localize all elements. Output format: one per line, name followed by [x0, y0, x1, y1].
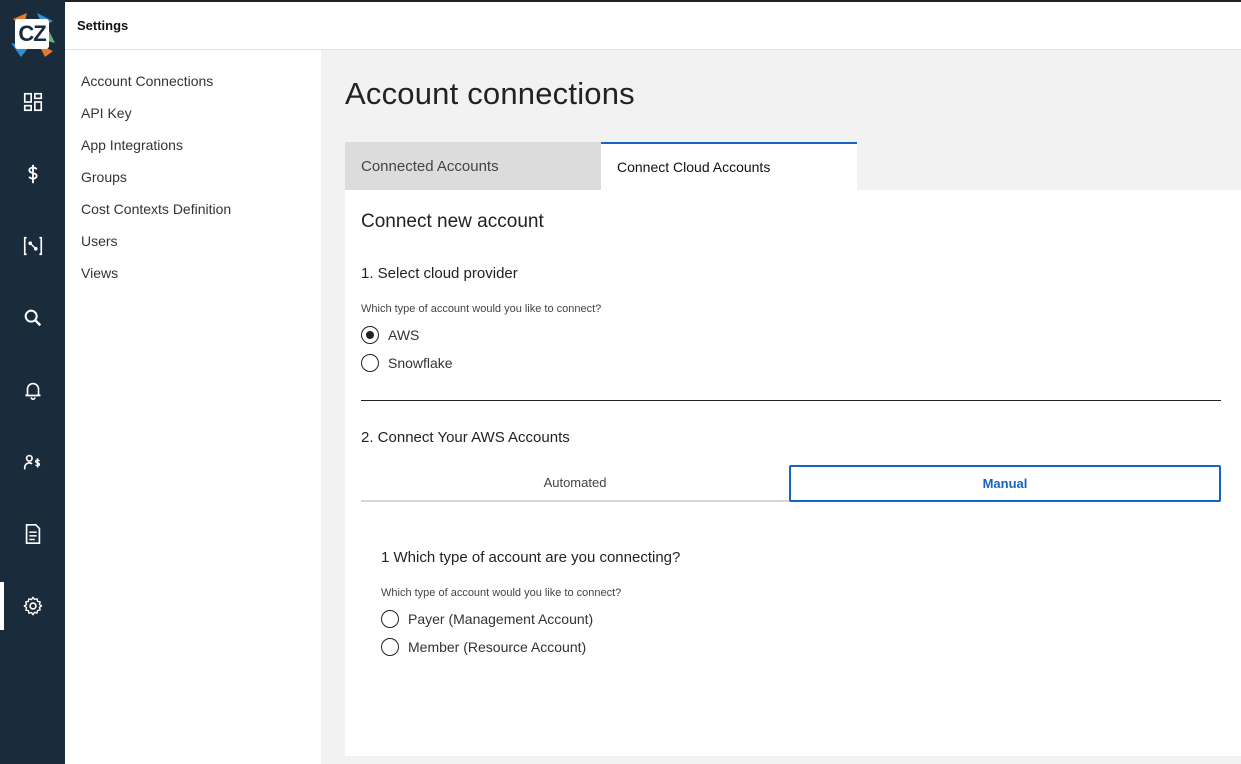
top-header: Settings [65, 0, 1241, 50]
step1-title: 1. Select cloud provider [361, 265, 518, 282]
radio-circle[interactable] [361, 354, 379, 372]
radio-payer-label: Payer (Management Account) [408, 611, 594, 627]
radio-circle[interactable] [381, 610, 399, 628]
manual-hint: Which type of account would you like to … [381, 587, 622, 599]
rail-alerts[interactable] [0, 366, 65, 414]
radio-member[interactable]: Member (Resource Account) [381, 638, 586, 656]
radio-aws[interactable]: AWS [361, 326, 419, 344]
document-icon [25, 524, 40, 544]
radio-member-label: Member (Resource Account) [408, 639, 587, 655]
nav-account-connections[interactable]: Account Connections [81, 71, 213, 91]
dashboard-icon [23, 92, 42, 112]
settings-nav: Account Connections API Key App Integrat… [65, 50, 321, 764]
radio-aws-label: AWS [388, 327, 420, 343]
manual-question: 1 Which type of account are you connecti… [381, 549, 681, 566]
step1-hint: Which type of account would you like to … [361, 303, 602, 315]
search-icon [24, 309, 41, 327]
nav-groups[interactable]: Groups [81, 167, 127, 187]
cost-people-icon [23, 454, 40, 470]
connect-title: Connect new account [361, 211, 544, 232]
tab-connected-accounts[interactable]: Connected Accounts [345, 142, 601, 190]
rail-reports[interactable] [0, 510, 65, 558]
radio-circle[interactable] [381, 638, 399, 656]
insights-icon [23, 236, 42, 256]
rail-insights[interactable] [0, 222, 65, 270]
section-divider [361, 400, 1221, 401]
connect-panel: Connect new account 1. Select cloud prov… [345, 190, 1241, 756]
dollar-icon [27, 164, 38, 184]
rail-settings[interactable] [0, 582, 65, 630]
page-title: Account connections [345, 76, 635, 111]
radio-snowflake[interactable]: Snowflake [361, 354, 453, 372]
nav-views[interactable]: Views [81, 263, 118, 283]
radio-circle-checked[interactable] [361, 326, 379, 344]
tab-connect-cloud-accounts[interactable]: Connect Cloud Accounts [601, 142, 857, 190]
rail-dashboard[interactable] [0, 78, 65, 126]
left-rail: CZ [0, 0, 65, 764]
subtab-manual[interactable]: Manual [789, 465, 1221, 502]
step2-title: 2. Connect Your AWS Accounts [361, 429, 570, 446]
subtab-automated[interactable]: Automated [361, 465, 789, 502]
nav-users[interactable]: Users [81, 231, 118, 251]
header-title: Settings [77, 18, 129, 33]
rail-costs[interactable] [0, 150, 65, 198]
nav-api-key[interactable]: API Key [81, 103, 132, 123]
gear-icon [23, 596, 42, 616]
bell-icon [24, 382, 41, 400]
logo-text: CZ [15, 19, 49, 49]
radio-payer[interactable]: Payer (Management Account) [381, 610, 593, 628]
app-logo[interactable]: CZ [9, 13, 55, 57]
nav-app-integrations[interactable]: App Integrations [81, 135, 183, 155]
rail-search[interactable] [0, 294, 65, 342]
radio-snowflake-label: Snowflake [388, 355, 453, 371]
rail-unit-costs[interactable] [0, 438, 65, 486]
nav-cost-contexts[interactable]: Cost Contexts Definition [81, 199, 231, 219]
